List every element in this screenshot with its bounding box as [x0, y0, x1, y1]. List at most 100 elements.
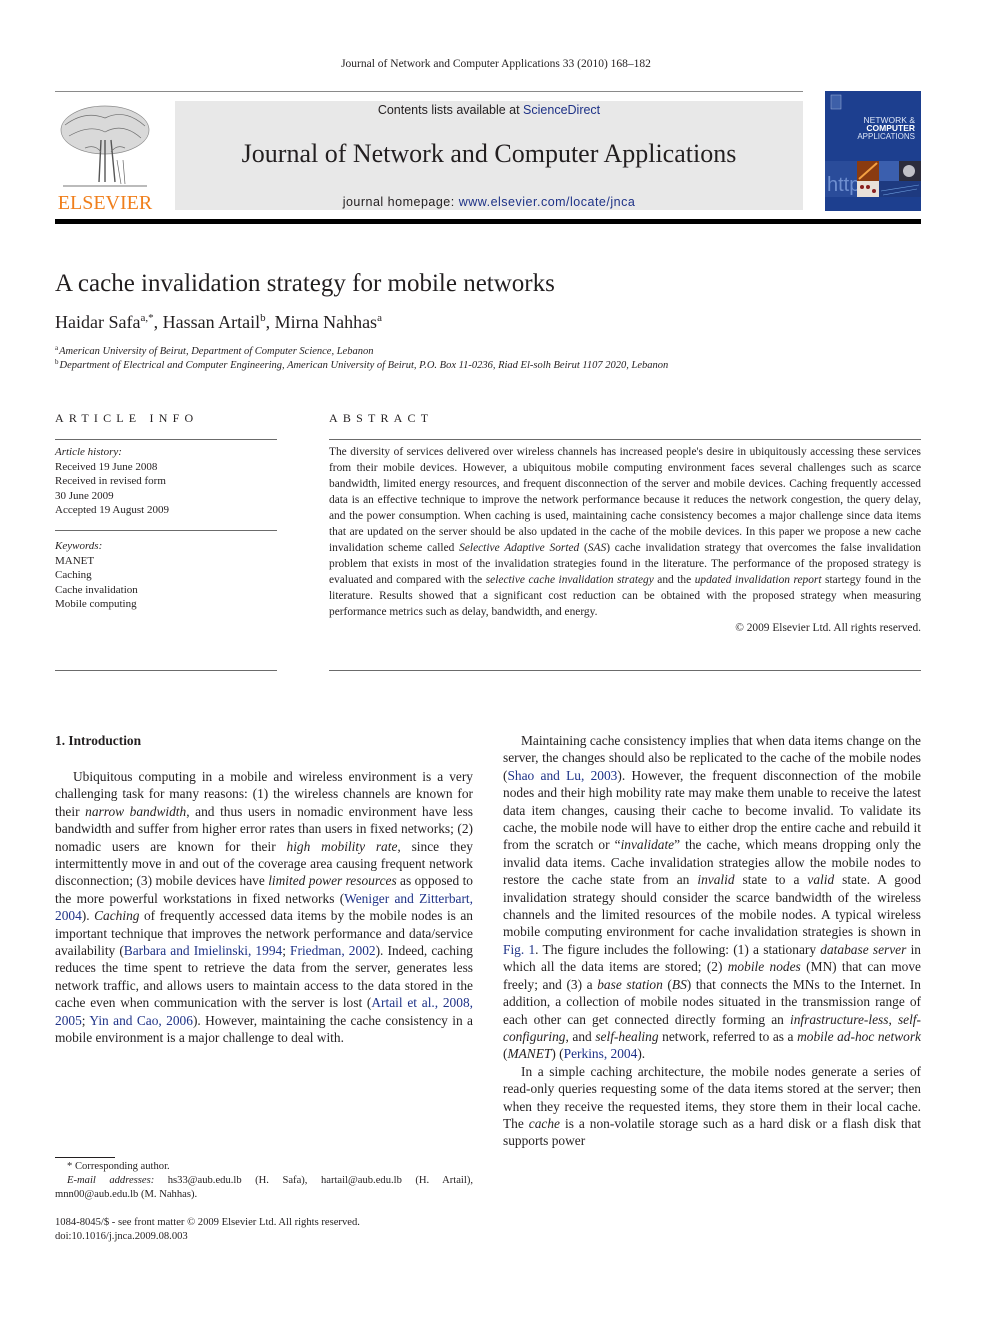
- footnotes: * Corresponding author. E-mail addresses…: [55, 1160, 473, 1202]
- text-run: and the: [653, 574, 695, 586]
- journal-cover: NETWORK & COMPUTER APPLICATIONS http: [825, 91, 921, 211]
- email-note: E-mail addresses: hs33@aub.edu.lb (H. Sa…: [55, 1174, 473, 1202]
- text-run: (: [662, 976, 672, 992]
- keyword: MANET: [55, 554, 95, 567]
- article-info-heading: ARTICLE INFO: [55, 411, 199, 425]
- abstract-heading: ABSTRACT: [329, 411, 434, 425]
- body-paragraph: In a simple caching architecture, the mo…: [503, 1063, 921, 1150]
- affiliation-mark: b: [55, 358, 59, 366]
- abstract-rule: [329, 670, 921, 671]
- affiliation-text: Department of Electrical and Computer En…: [59, 360, 669, 371]
- affiliation-text: American University of Beirut, Departmen…: [59, 346, 374, 357]
- emphasis-text: SAS: [587, 542, 607, 554]
- emphasis-text: Selective Adaptive Sorted: [459, 542, 580, 554]
- article-info-rule: [55, 530, 277, 531]
- masthead-rule: [55, 219, 921, 224]
- elsevier-logo: ELSEVIER: [55, 100, 155, 214]
- homepage-link[interactable]: www.elsevier.com/locate/jnca: [459, 195, 636, 209]
- journal-title: Journal of Network and Computer Applicat…: [241, 139, 737, 168]
- citation-link[interactable]: Perkins, 2004: [564, 1046, 638, 1061]
- emphasis-text: high mobility rate: [286, 838, 398, 854]
- emphasis-text: cache: [528, 1115, 561, 1131]
- text-run: ).: [81, 908, 95, 924]
- emphasis-text: database server: [820, 941, 907, 957]
- keyword: Mobile computing: [55, 598, 137, 610]
- emphasis-text: valid: [807, 872, 835, 888]
- sciencedirect-link[interactable]: ScienceDirect: [523, 103, 600, 117]
- author-separator: ,: [265, 312, 275, 332]
- citation-link[interactable]: Shao and Lu, 2003: [507, 768, 617, 783]
- footnote-rule: [55, 1157, 115, 1158]
- history-item: Received in revised form: [55, 475, 166, 487]
- abstract-paragraph: The diversity of services delivered over…: [329, 444, 921, 620]
- citation-link[interactable]: Friedman, 2002: [290, 943, 376, 958]
- citation-link[interactable]: Barbara and Imielinski, 1994: [124, 943, 282, 958]
- issn-line: 1084-8045/$ - see front matter © 2009 El…: [55, 1217, 360, 1228]
- abstract-copyright: © 2009 Elsevier Ltd. All rights reserved…: [735, 622, 921, 634]
- affiliation-mark: a: [55, 344, 59, 352]
- emphasis-text: self-healing: [595, 1028, 659, 1044]
- emphasis-text: mobile ad-hoc network: [797, 1028, 921, 1044]
- author-name[interactable]: Haidar Safa: [55, 312, 140, 332]
- section-heading-introduction: 1. Introduction: [55, 733, 142, 748]
- body-paragraph: Ubiquitous computing in a mobile and wir…: [55, 768, 473, 1047]
- author-name[interactable]: Hassan Artail: [163, 312, 260, 332]
- keywords-label: Keywords:: [55, 540, 103, 552]
- affiliation: bDepartment of Electrical and Computer E…: [55, 358, 668, 371]
- abstract-rule: [329, 439, 921, 440]
- corresponding-author-note: * Corresponding author.: [67, 1161, 170, 1172]
- article-info-rule: [55, 439, 277, 440]
- emphasis-text: narrow bandwidth: [85, 803, 187, 819]
- emphasis-text: selective cache invalidation strategy: [485, 574, 654, 586]
- author-list: Haidar Safaa,*, Hassan Artailb, Mirna Na…: [55, 312, 382, 333]
- history-label: Article history:: [55, 446, 122, 458]
- affiliation: aAmerican University of Beirut, Departme…: [55, 344, 373, 357]
- contents-prefix: Contents lists available at: [377, 103, 524, 117]
- body-column-right: Maintaining cache consistency implies th…: [503, 732, 921, 1150]
- emphasis-text: mobile nodes: [727, 959, 801, 975]
- text-run: ,: [888, 1011, 898, 1027]
- emphasis-text: invalidate: [620, 837, 675, 853]
- emphasis-text: limited power resources: [268, 873, 397, 889]
- citation-link[interactable]: Yin and Cao, 2006: [89, 1013, 193, 1028]
- author-name[interactable]: Mirna Nahhas: [275, 312, 377, 332]
- text-run: The diversity of services delivered over…: [329, 446, 921, 554]
- contents-line: Contents lists available at ScienceDirec…: [175, 103, 803, 117]
- text-run: ).: [637, 1046, 646, 1062]
- citation-link[interactable]: Fig. 1: [503, 942, 535, 957]
- article-title: A cache invalidation strategy for mobile…: [55, 270, 555, 297]
- emphasis-text: BS: [671, 976, 687, 992]
- cover-line-3: APPLICATIONS: [857, 132, 915, 141]
- keyword: Cache invalidation: [55, 583, 138, 596]
- history-item: Received 19 June 2008: [55, 460, 158, 473]
- text-run: ) (: [551, 1046, 564, 1062]
- journal-banner: Contents lists available at ScienceDirec…: [175, 101, 803, 210]
- top-rule: [55, 91, 803, 92]
- abstract-body: The diversity of services delivered over…: [329, 444, 921, 636]
- elsevier-wordmark: ELSEVIER: [58, 192, 153, 212]
- history-item: Accepted 19 August 2009: [55, 504, 169, 516]
- svg-text:http: http: [827, 174, 860, 196]
- body-column-left: Ubiquitous computing in a mobile and wir…: [55, 768, 473, 1047]
- body-paragraph: Maintaining cache consistency implies th…: [503, 732, 921, 1063]
- emphasis-text: invalid: [697, 872, 735, 888]
- author-separator: ,: [153, 312, 163, 332]
- emphasis-text: base station: [597, 976, 663, 992]
- homepage-prefix: journal homepage:: [342, 195, 459, 209]
- text-run: state to a: [734, 872, 808, 888]
- text-run: is a non-volatile storage such as a hard…: [503, 1115, 921, 1149]
- issn-block: 1084-8045/$ - see front matter © 2009 El…: [55, 1216, 360, 1244]
- running-head: Journal of Network and Computer Applicat…: [341, 58, 651, 70]
- text-run: network, referred to as a: [658, 1028, 798, 1044]
- article-info-rule: [55, 670, 277, 671]
- emphasis-text: Caching: [94, 908, 140, 924]
- text-run: (: [579, 542, 588, 554]
- cover-image-icon: NETWORK & COMPUTER APPLICATIONS http: [825, 91, 921, 211]
- emphasis-text: infrastructure-less: [790, 1011, 889, 1027]
- elsevier-tree-icon: ELSEVIER: [58, 105, 153, 214]
- history-item: 30 June 2009: [55, 489, 114, 502]
- keywords: Keywords: MANET Caching Cache invalidati…: [55, 539, 138, 612]
- email-label: E-mail addresses:: [67, 1175, 155, 1186]
- doi-line[interactable]: doi:10.1016/j.jnca.2009.08.003: [55, 1230, 360, 1244]
- keyword: Caching: [55, 569, 92, 581]
